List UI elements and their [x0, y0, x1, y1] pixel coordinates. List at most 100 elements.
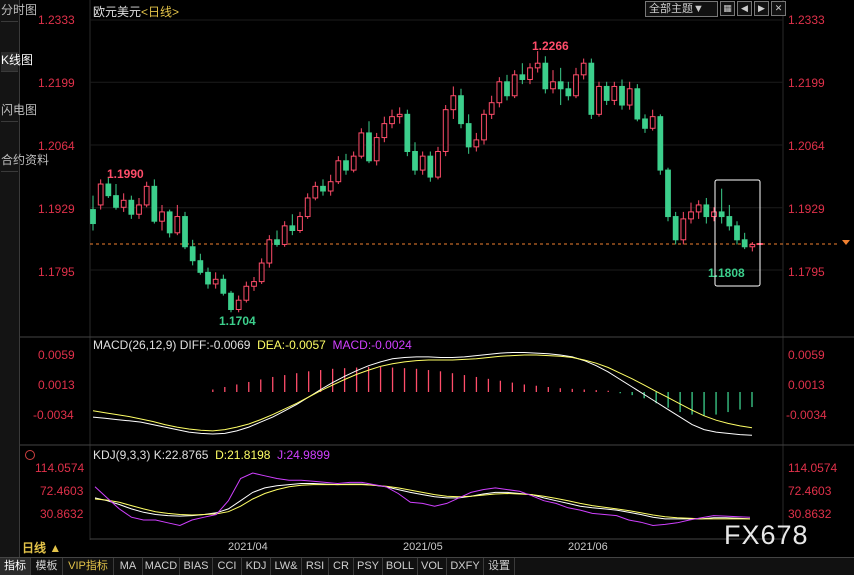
- kdj-d-value: D:21.8198: [215, 448, 271, 462]
- kdj-legend: KDJ(9,3,3) K:22.8765 D:21.8198 J:24.9899: [93, 448, 330, 462]
- left-sidebar: 分时图 K线图 闪电图 合约资料: [0, 0, 49, 557]
- candle-down: [665, 169, 671, 218]
- tab-templates[interactable]: 模板: [31, 558, 63, 575]
- candle-up: [381, 123, 388, 139]
- candle-down: [718, 211, 725, 218]
- candle-up: [304, 197, 311, 218]
- candle-up: [435, 151, 441, 178]
- candle-up: [212, 278, 219, 285]
- tab-contract-info[interactable]: 合约资料: [1, 152, 49, 172]
- candle-up: [534, 62, 541, 69]
- indicator-tabbar: 指标 模板 VIP指标 MA MACD BIAS CCI KDJ LW& RSI…: [0, 557, 854, 575]
- candle-down: [726, 216, 733, 227]
- indicator-dot-icon[interactable]: [25, 450, 35, 460]
- price-tick-left-3: 1.1929: [38, 202, 75, 216]
- candle-up: [258, 262, 265, 283]
- candle-up: [496, 81, 503, 104]
- close-button[interactable]: ✕: [771, 1, 786, 16]
- macd-tick-right-0: 0.0059: [788, 348, 825, 362]
- period-dropdown-button[interactable]: 日线 ▲: [22, 540, 92, 557]
- candle-down: [642, 118, 648, 129]
- kdj-tick-left-2: 30.8632: [40, 507, 84, 521]
- tab-boll[interactable]: BOLL: [383, 558, 418, 575]
- tab-dxfy[interactable]: DXFY: [447, 558, 484, 575]
- candle-down: [343, 160, 349, 171]
- candle-up: [511, 74, 518, 97]
- candle-down: [504, 81, 510, 97]
- annotation-last-low: 1.1808: [708, 266, 745, 280]
- tab-bias[interactable]: BIAS: [180, 558, 213, 575]
- kdj-k-value: K:22.8765: [153, 448, 209, 462]
- tab-timeshare[interactable]: 分时图: [1, 2, 37, 22]
- tab-indicators[interactable]: 指标: [0, 558, 31, 575]
- tab-rsi[interactable]: RSI: [302, 558, 329, 575]
- macd-tick-right-1: 0.0013: [788, 378, 825, 392]
- candle-down: [672, 216, 679, 241]
- macd-tick-left-2: -0.0034: [33, 408, 74, 422]
- candle-up: [473, 139, 480, 148]
- candle-up: [120, 199, 127, 208]
- tab-lw[interactable]: LW&: [271, 558, 302, 575]
- symbol-name: 欧元美元: [93, 5, 142, 19]
- kdj-j-line: [94, 472, 751, 527]
- tab-psy[interactable]: PSY: [354, 558, 383, 575]
- candle-up: [749, 243, 756, 248]
- candle-down: [427, 155, 434, 178]
- period-prev-button[interactable]: <: [141, 5, 148, 19]
- tab-cr[interactable]: CR: [329, 558, 354, 575]
- candle-up: [695, 204, 702, 213]
- kdj-tick-left-1: 72.4603: [40, 484, 84, 498]
- candle-up: [626, 88, 633, 106]
- candle-up: [611, 85, 618, 101]
- candle-down: [404, 113, 411, 153]
- kdj-tick-right-0: 114.0574: [788, 461, 838, 475]
- price-tick-left-0: 1.2333: [38, 13, 75, 27]
- candle-down: [90, 209, 96, 225]
- candle-up: [527, 67, 533, 80]
- candle-down: [565, 88, 572, 97]
- tab-kline[interactable]: K线图: [1, 52, 33, 72]
- candle-down: [166, 211, 173, 234]
- candle-up: [488, 102, 495, 115]
- candle-up: [235, 299, 242, 310]
- date-tick-0: 2021/04: [228, 541, 268, 553]
- watermark-logo: FX678: [724, 520, 809, 550]
- theme-select[interactable]: 全部主题▼: [645, 1, 718, 17]
- candle-down: [220, 278, 227, 294]
- period-next-button[interactable]: >: [172, 5, 179, 19]
- tab-vip-indicators[interactable]: VIP指标: [63, 558, 114, 575]
- price-tick-left-2: 1.2064: [38, 139, 75, 153]
- candle-up: [396, 113, 403, 118]
- candle-down: [458, 95, 464, 125]
- tab-ma[interactable]: MA: [114, 558, 143, 575]
- candle-up: [327, 181, 334, 192]
- tab-settings[interactable]: 设置: [484, 558, 515, 575]
- candle-up: [373, 137, 380, 162]
- candle-down: [465, 123, 472, 148]
- tab-kdj[interactable]: KDJ: [242, 558, 271, 575]
- candle-down: [366, 132, 372, 162]
- tab-vol[interactable]: VOL: [418, 558, 447, 575]
- candle-down: [228, 292, 234, 310]
- candle-down: [197, 260, 204, 273]
- macd-diff-value: DIFF:-0.0069: [179, 338, 251, 352]
- macd-tick-right-2: -0.0034: [786, 408, 827, 422]
- candle-up: [389, 116, 395, 125]
- tab-cci[interactable]: CCI: [213, 558, 242, 575]
- candle-up: [711, 211, 717, 218]
- candle-up: [580, 62, 587, 76]
- macd-diff-line: [92, 352, 753, 436]
- kdj-tick-left-0: 114.0574: [35, 461, 85, 475]
- candle-up: [649, 116, 656, 129]
- prev-button[interactable]: ◀: [737, 1, 752, 16]
- date-tick-2: 2021/06: [568, 541, 608, 553]
- tab-macd[interactable]: MACD: [143, 558, 180, 575]
- layout-button[interactable]: ▦: [720, 1, 735, 16]
- candle-up: [312, 185, 319, 199]
- candle-down: [657, 116, 664, 171]
- next-button[interactable]: ▶: [754, 1, 769, 16]
- price-tick-right-1: 1.2199: [788, 76, 825, 90]
- tab-flash[interactable]: 闪电图: [1, 102, 37, 122]
- kdj-tick-right-2: 30.8632: [788, 507, 832, 521]
- candle-down: [128, 199, 135, 215]
